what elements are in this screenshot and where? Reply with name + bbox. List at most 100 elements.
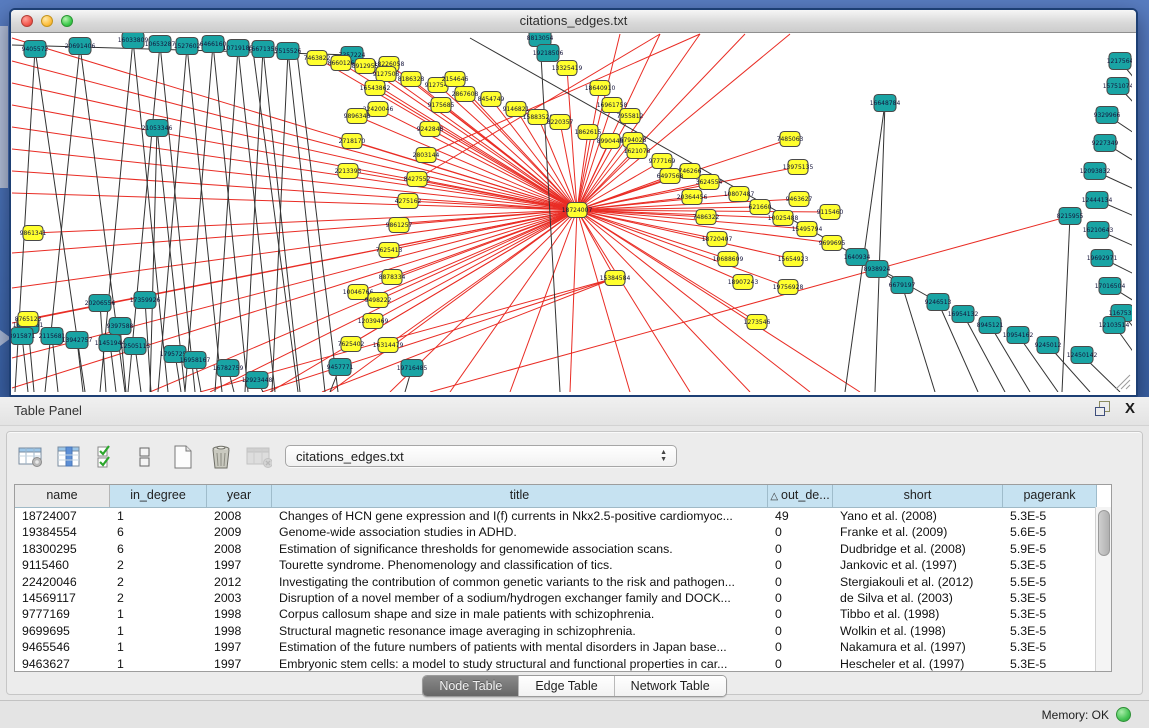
delete-icon[interactable]	[208, 444, 234, 470]
graph-node[interactable]: 16314479	[373, 338, 404, 353]
graph-node[interactable]: 16210643	[1083, 222, 1114, 239]
cell-year[interactable]: 2012	[207, 574, 272, 590]
graph-node[interactable]: 8765123	[15, 312, 42, 327]
graph-node[interactable]: 15384584	[600, 271, 631, 286]
graph-node[interactable]: 10653287	[145, 36, 176, 53]
graph-node[interactable]: 19756928	[773, 280, 804, 295]
graph-node[interactable]: 9242848	[417, 122, 444, 137]
cell-pagerank[interactable]: 5.3E-5	[1003, 623, 1097, 639]
graph-node[interactable]: 20206556	[85, 295, 116, 312]
graph-node[interactable]: 12039469	[358, 314, 389, 329]
table-row[interactable]: 2242004622012Investigating the contribut…	[15, 574, 1111, 590]
cell-name[interactable]: 19384554	[15, 524, 110, 540]
cell-year[interactable]: 1997	[207, 639, 272, 655]
cell-year[interactable]: 1997	[207, 656, 272, 672]
cell-out_de[interactable]: 0	[768, 541, 833, 557]
cell-name[interactable]: 18300295	[15, 541, 110, 557]
graph-node[interactable]: 12444134	[1082, 192, 1113, 209]
table-row[interactable]: 1938455462009Genome-wide association stu…	[15, 524, 1111, 540]
cell-year[interactable]: 2009	[207, 524, 272, 540]
cell-name[interactable]: 9699695	[15, 623, 110, 639]
table-row[interactable]: 1872400712008Changes of HCN gene express…	[15, 508, 1111, 524]
graph-node[interactable]: 9227349	[1092, 135, 1119, 152]
cell-in_degree[interactable]: 2	[110, 574, 207, 590]
cell-out_de[interactable]: 0	[768, 574, 833, 590]
graph-node[interactable]: 20364456	[677, 190, 708, 205]
graph-node[interactable]: 12923448	[242, 372, 273, 389]
cell-short[interactable]: Stergiakouli et al. (2012)	[833, 574, 1003, 590]
graph-node[interactable]: 9115460	[817, 205, 844, 220]
close-panel-icon[interactable]: X	[1125, 401, 1135, 416]
graph-node[interactable]: 7486322	[693, 210, 720, 225]
cell-short[interactable]: Dudbridge et al. (2008)	[833, 541, 1003, 557]
window-titlebar[interactable]: citations_edges.txt	[11, 10, 1136, 33]
graph-node[interactable]: 2867608	[452, 87, 479, 102]
cell-pagerank[interactable]: 5.9E-5	[1003, 541, 1097, 557]
graph-node[interactable]: 19692971	[1087, 250, 1118, 267]
table-row[interactable]: 911546021997Tourette syndrome. Phenomeno…	[15, 557, 1111, 573]
graph-node[interactable]: 8660126	[328, 56, 355, 71]
graph-node[interactable]: 19716485	[397, 360, 428, 377]
cell-in_degree[interactable]: 2	[110, 557, 207, 573]
graph-node[interactable]: 15751074	[1103, 78, 1132, 95]
vertical-scrollbar[interactable]	[1095, 507, 1111, 672]
cell-in_degree[interactable]: 1	[110, 656, 207, 672]
graph-node[interactable]: 3915871	[11, 328, 36, 345]
cell-in_degree[interactable]: 2	[110, 590, 207, 606]
column-header-title[interactable]: title	[272, 485, 768, 507]
graph-node[interactable]: 9175685	[428, 98, 455, 113]
cell-name[interactable]: 18724007	[15, 508, 110, 524]
cell-out_de[interactable]: 0	[768, 606, 833, 622]
table-chooser-dropdown[interactable]: citations_edges.txt ▲▼	[285, 445, 677, 467]
cell-pagerank[interactable]: 5.3E-5	[1003, 508, 1097, 524]
graph-node[interactable]: 1217564	[1107, 53, 1132, 70]
cell-in_degree[interactable]: 1	[110, 606, 207, 622]
cell-name[interactable]: 22420046	[15, 574, 110, 590]
graph-node[interactable]: 9463627	[786, 192, 813, 207]
graph-node[interactable]: 9397588	[107, 318, 134, 335]
graph-node[interactable]: 7515526	[275, 43, 302, 60]
graph-node[interactable]: 2154646	[442, 72, 469, 87]
graph-node[interactable]: 3624554	[696, 175, 723, 190]
graph-node[interactable]: 20691406	[65, 38, 96, 55]
graph-node[interactable]: 13975135	[783, 160, 814, 175]
cell-in_degree[interactable]: 6	[110, 541, 207, 557]
cell-name[interactable]: 9465546	[15, 639, 110, 655]
cell-pagerank[interactable]: 5.3E-5	[1003, 606, 1097, 622]
graph-node[interactable]: 7463822	[304, 51, 331, 66]
resize-grip-icon[interactable]	[1121, 380, 1130, 389]
cell-short[interactable]: Nakamura et al. (1997)	[833, 639, 1003, 655]
select-rows-icon[interactable]	[94, 444, 120, 470]
column-header-name[interactable]: name	[15, 485, 110, 507]
network-canvas[interactable]: 1872400794055722069140616033809106532871…	[11, 33, 1136, 392]
cell-short[interactable]: Tibbo et al. (1998)	[833, 606, 1003, 622]
graph-node[interactable]: 8186328	[398, 72, 425, 87]
cell-pagerank[interactable]: 5.3E-5	[1003, 639, 1097, 655]
cell-name[interactable]: 14569117	[15, 590, 110, 606]
graph-node[interactable]: 12450142	[1067, 347, 1098, 364]
table-row[interactable]: 1456911722003Disruption of a novel membe…	[15, 590, 1111, 606]
cell-in_degree[interactable]: 6	[110, 524, 207, 540]
table-row[interactable]: 946554611997Estimation of the future num…	[15, 639, 1111, 655]
graph-node[interactable]: 16543862	[360, 81, 391, 96]
cell-short[interactable]: Hescheler et al. (1997)	[833, 656, 1003, 672]
graph-node[interactable]: 7955812	[617, 109, 644, 124]
graph-node[interactable]: 10807487	[724, 187, 755, 202]
cell-pagerank[interactable]: 5.3E-5	[1003, 656, 1097, 672]
cell-year[interactable]: 2003	[207, 590, 272, 606]
scrollbar-thumb[interactable]	[1098, 510, 1110, 556]
cell-out_de[interactable]: 0	[768, 623, 833, 639]
graph-node[interactable]: 21053346	[142, 120, 173, 137]
cell-in_degree[interactable]: 1	[110, 639, 207, 655]
cell-title[interactable]: Changes of HCN gene expression and I(f) …	[272, 508, 768, 524]
graph-node[interactable]: 9896348	[344, 109, 371, 124]
graph-node[interactable]: 9127508	[373, 67, 400, 82]
graph-node[interactable]: 8220357	[547, 115, 574, 130]
column-header-short[interactable]: short	[833, 485, 1003, 507]
graph-node[interactable]: 16954132	[948, 306, 979, 323]
graph-node[interactable]: 13325419	[552, 61, 583, 76]
cell-year[interactable]: 1997	[207, 557, 272, 573]
cell-out_de[interactable]: 0	[768, 557, 833, 573]
tab-edge-table[interactable]: Edge Table	[519, 676, 614, 696]
graph-node[interactable]: 9457771	[327, 359, 354, 376]
